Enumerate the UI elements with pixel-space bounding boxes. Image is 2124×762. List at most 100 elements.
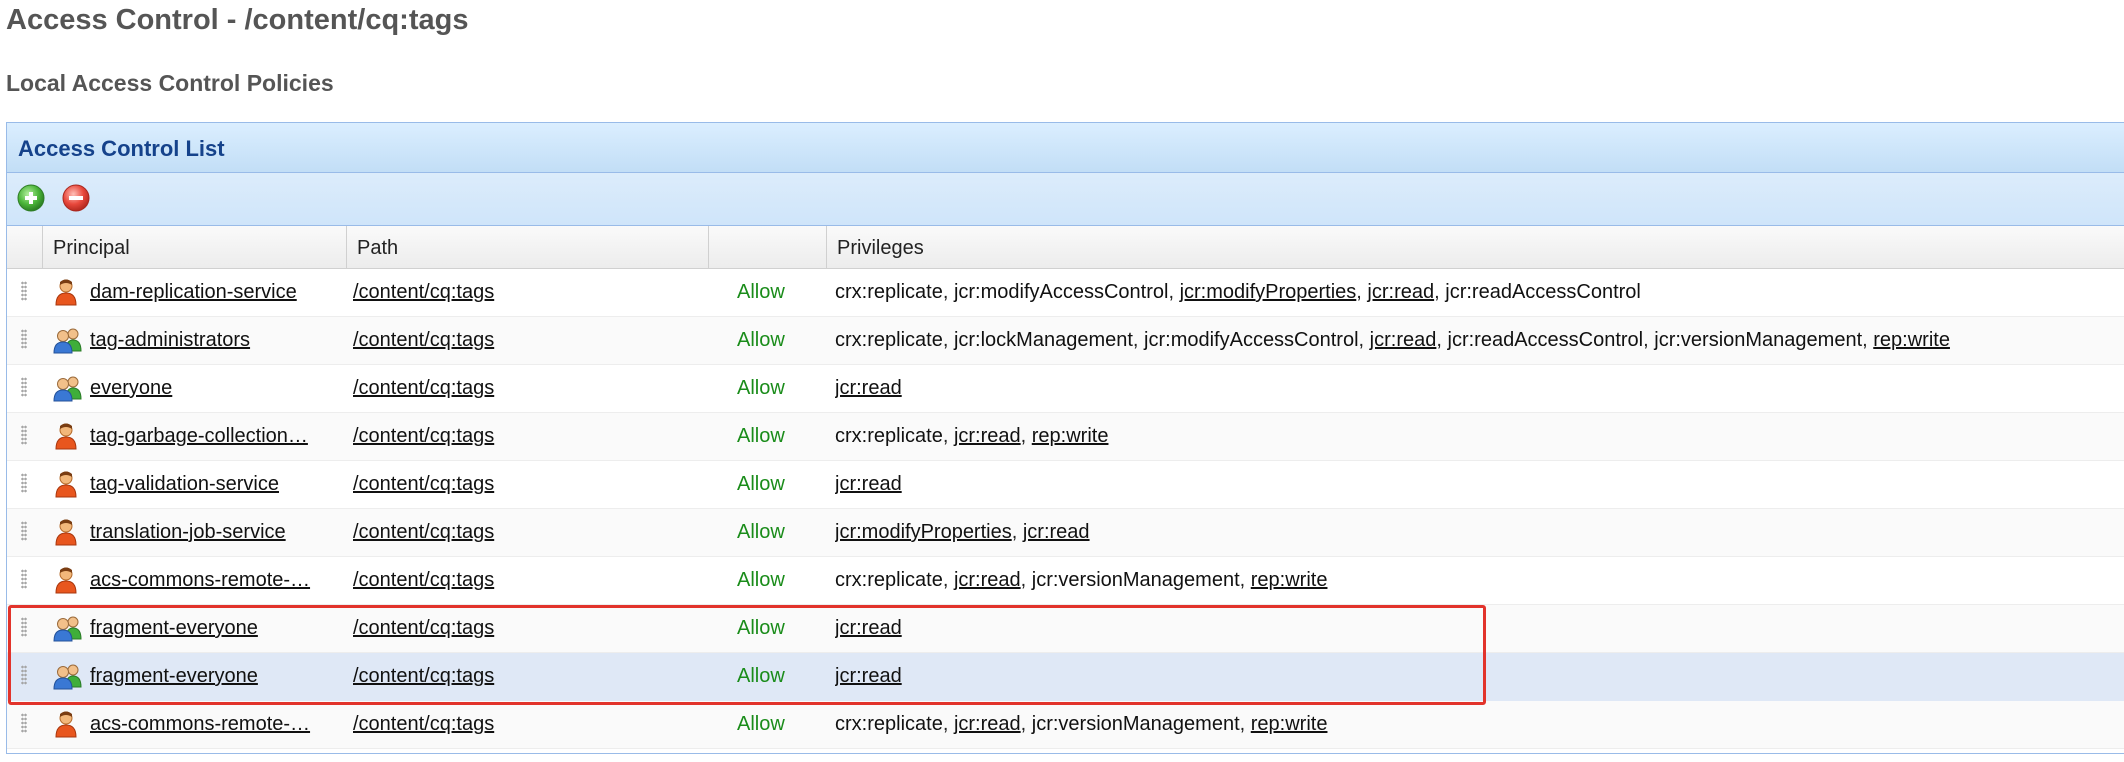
drag-handle-icon[interactable] [21,557,31,603]
path-link[interactable]: /content/cq:tags [353,569,494,591]
privileges-cell: jcr:read [835,461,2115,507]
privilege-item[interactable]: jcr:modifyProperties [1180,281,1357,303]
privilege-item[interactable]: jcr:read [835,377,902,399]
privileges-cell: jcr:read [835,605,2115,651]
group-principal-icon [53,365,83,411]
principal-link[interactable]: translation-job-service [90,521,286,543]
access-type: Allow [737,665,785,687]
privilege-item[interactable]: jcr:read [835,617,902,639]
privilege-item[interactable]: jcr:read [954,713,1021,735]
privilege-item[interactable]: jcr:read [1370,329,1437,351]
add-icon [17,184,45,212]
privilege-item: crx:replicate [835,281,943,303]
principal-link[interactable]: fragment-everyone [90,665,258,687]
section-title: Local Access Control Policies [6,70,334,96]
add-entry-button[interactable] [17,184,45,212]
privilege-item[interactable]: jcr:read [835,665,902,687]
user-principal-icon [53,701,83,747]
acl-toolbar [7,173,2124,226]
path-link[interactable]: /content/cq:tags [353,425,494,447]
privilege-item[interactable]: rep:write [1251,569,1328,591]
acl-row[interactable]: tag-administrators/content/cq:tags Allow c… [7,317,2124,365]
path-link[interactable]: /content/cq:tags [353,329,494,351]
acl-row[interactable]: fragment-everyone/content/cq:tags Allow jc… [7,605,2124,653]
path-link[interactable]: /content/cq:tags [353,617,494,639]
acl-row[interactable]: translation-job-service/content/cq:tags A… [7,509,2124,557]
privilege-item[interactable]: jcr:modifyProperties [835,521,1012,543]
drag-handle-icon[interactable] [21,701,31,747]
user-principal-icon [53,461,83,507]
acl-row[interactable]: acs-commons-remote-… /content/cq:tags Allo… [7,557,2124,605]
privileges-cell: crx:replicate, jcr:read, rep:write [835,425,1109,447]
drag-handle-icon[interactable] [21,269,31,315]
user-icon [55,471,77,498]
privileges-cell: crx:replicate, jcr:modifyAccessControl, … [835,281,1641,303]
acl-row[interactable]: tag-garbage-collection… /content/cq:tags A… [7,413,2124,461]
privilege-item[interactable]: jcr:read [954,569,1021,591]
acl-panel: Access Control List Principal Path Privi… [6,122,2124,754]
user-icon [55,423,77,450]
path-link[interactable]: /content/cq:tags [353,713,494,735]
access-type: Allow [737,713,785,735]
access-type: Allow [737,425,785,447]
privilege-item[interactable]: jcr:read [1023,521,1090,543]
path-link[interactable]: /content/cq:tags [353,665,494,687]
principal-link[interactable]: acs-commons-remote-… [90,713,310,735]
acl-row[interactable]: tag-validation-service/content/cq:tags Al… [7,461,2124,509]
group-principal-icon [53,605,83,651]
privilege-item: crx:replicate [835,425,943,447]
group-principal-icon [53,653,83,699]
privileges-cell: crx:replicate, jcr:read, jcr:versionMana… [835,713,1328,735]
principal-link[interactable]: everyone [90,377,172,399]
drag-handle-icon[interactable] [21,317,31,363]
privileges-cell: jcr:read [835,653,2115,699]
access-type: Allow [737,281,785,303]
drag-handle-icon[interactable] [21,365,31,411]
privilege-item[interactable]: jcr:read [954,425,1021,447]
acl-row[interactable]: everyone/content/cq:tags Allow jcr:read [7,365,2124,413]
privilege-item: jcr:modifyAccessControl [953,281,1169,303]
privilege-item: jcr:readAccessControl [1445,281,1641,303]
group-icon [53,376,82,402]
group-icon [53,328,82,354]
path-link[interactable]: /content/cq:tags [353,281,494,303]
acl-row[interactable]: acs-commons-remote-… /content/cq:tags Allo… [7,701,2124,749]
drag-handle-icon[interactable] [21,605,31,651]
path-link[interactable]: /content/cq:tags [353,377,494,399]
drag-handle-icon[interactable] [21,461,31,507]
privilege-item: jcr:lockManagement [953,329,1133,351]
drag-handle-icon[interactable] [21,413,31,459]
user-principal-icon [53,509,83,555]
user-principal-icon [53,269,83,315]
privileges-cell: crx:replicate, jcr:lockManagement, jcr:m… [835,329,1950,351]
acl-row[interactable]: fragment-everyone/content/cq:tags Allow jc… [7,653,2124,701]
privilege-item: jcr:readAccessControl [1447,329,1644,351]
column-path[interactable]: Path [347,226,709,268]
drag-handle-icon[interactable] [21,653,31,699]
user-icon [55,279,77,306]
privilege-item[interactable]: rep:write [1873,329,1950,351]
drag-handle-icon[interactable] [21,509,31,555]
principal-link[interactable]: tag-garbage-collection… [90,425,308,447]
column-principal[interactable]: Principal [43,226,347,268]
path-link[interactable]: /content/cq:tags [353,521,494,543]
panel-header: Access Control List [7,123,2124,173]
privilege-item: jcr:modifyAccessControl [1144,329,1359,351]
path-link[interactable]: /content/cq:tags [353,473,494,495]
principal-link[interactable]: dam-replication-service [90,281,297,303]
user-principal-icon [53,413,83,459]
user-icon [55,519,77,546]
remove-entry-button[interactable] [62,184,90,212]
privilege-item[interactable]: rep:write [1032,425,1109,447]
principal-link[interactable]: tag-administrators [90,329,250,351]
privilege-item: crx:replicate [835,569,943,591]
principal-link[interactable]: fragment-everyone [90,617,258,639]
privilege-item[interactable]: jcr:read [835,473,902,495]
privilege-item[interactable]: jcr:read [1367,281,1434,303]
column-privileges[interactable]: Privileges [827,226,2124,268]
principal-link[interactable]: acs-commons-remote-… [90,569,310,591]
principal-link[interactable]: tag-validation-service [90,473,279,495]
acl-row[interactable]: dam-replication-service/content/cq:tags A… [7,269,2124,317]
privilege-item[interactable]: rep:write [1251,713,1328,735]
column-access[interactable] [709,226,827,268]
